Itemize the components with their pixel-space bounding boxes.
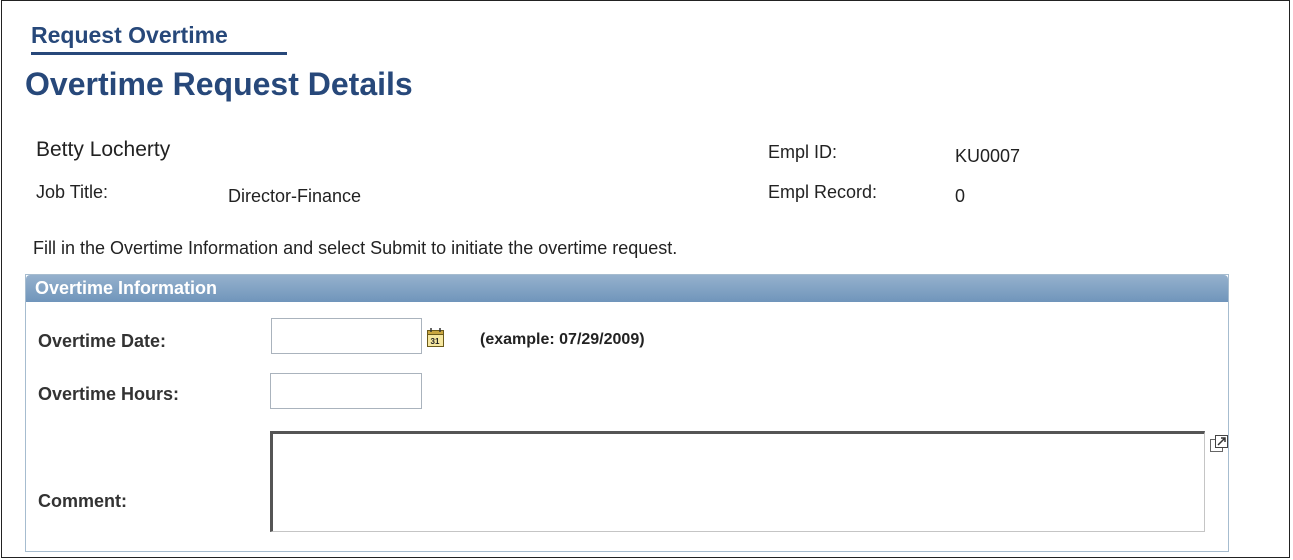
job-title-value: Director-Finance [228,186,362,206]
calendar-icon[interactable]: 31 [427,328,445,347]
tab-request-overtime[interactable]: Request Overtime [31,22,228,49]
date-example-hint: (example: 07/29/2009) [480,331,645,348]
empl-record-value: 0 [955,186,966,206]
instructions-text: Fill in the Overtime Information and sel… [33,238,678,258]
empl-record-label: Empl Record: [768,182,878,202]
comment-label: Comment: [38,491,127,511]
svg-text:31: 31 [431,337,440,346]
job-title-label: Job Title: [36,182,109,202]
comment-textarea[interactable] [270,431,1205,532]
overtime-date-label: Overtime Date: [38,331,167,351]
empl-id-value: KU0007 [955,146,1021,166]
page-title: Overtime Request Details [25,66,413,102]
overtime-hours-input[interactable] [270,373,422,409]
employee-name: Betty Locherty [36,138,171,161]
overtime-hours-label: Overtime Hours: [38,384,180,404]
overtime-date-input[interactable] [271,318,422,354]
section-header-label: Overtime Information [35,278,218,298]
section-header: Overtime Information [26,275,1228,302]
empl-id-label: Empl ID: [768,142,838,162]
expand-textarea-icon[interactable] [1209,434,1229,454]
tab-underline [31,52,287,55]
